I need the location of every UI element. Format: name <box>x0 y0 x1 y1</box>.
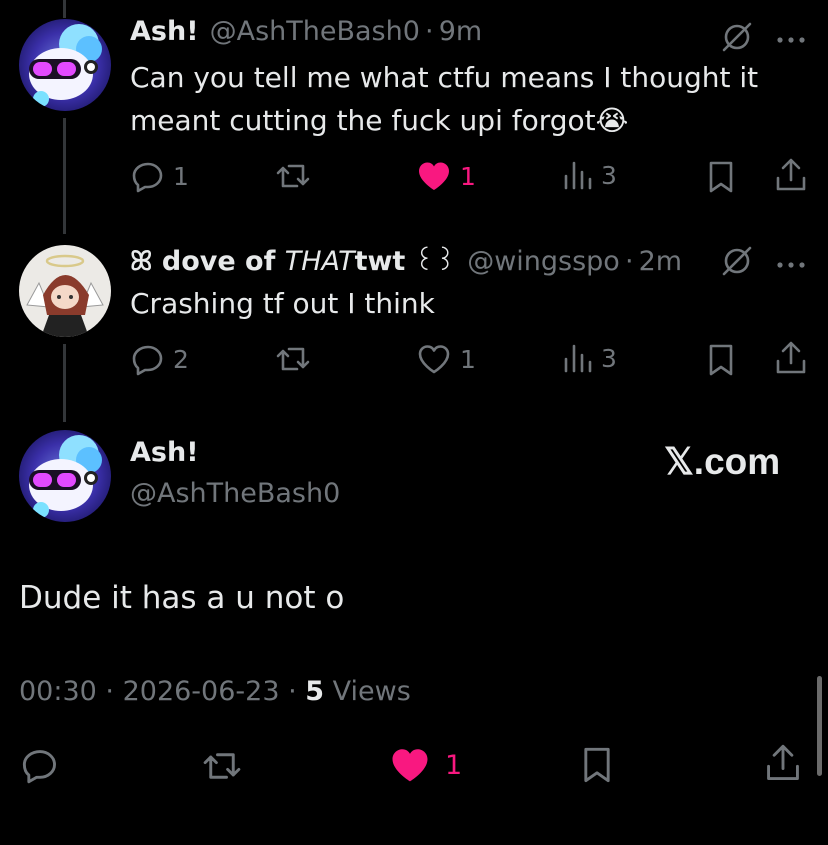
thread-line-2 <box>63 344 66 422</box>
reply-icon <box>131 159 165 193</box>
tweet-text: Can you tell me what ctfu means I though… <box>130 61 759 137</box>
retweet-icon <box>274 160 312 192</box>
like-count: 1 <box>460 344 476 374</box>
reply-button[interactable]: 2 <box>131 342 189 376</box>
post-time[interactable]: 2m <box>639 246 682 277</box>
author-handle[interactable]: @AshTheBash0 <box>130 478 340 509</box>
name-part-end: twt <box>354 246 406 277</box>
share-icon <box>774 157 808 193</box>
views-count: 3 <box>601 160 617 190</box>
bookmark-button[interactable] <box>706 160 736 194</box>
separator-dot: · <box>425 16 434 47</box>
views-icon <box>563 342 593 374</box>
thread-line-top <box>63 0 66 18</box>
bookmark-icon <box>706 343 736 377</box>
like-button[interactable]: 1 <box>416 343 476 375</box>
author-handle[interactable]: @wingsspo <box>467 246 620 277</box>
share-icon <box>774 340 808 376</box>
bookmark-button[interactable] <box>706 343 736 377</box>
reply-button[interactable] <box>21 746 59 784</box>
name-part: dove of <box>152 246 285 277</box>
heart-icon <box>416 343 452 375</box>
name-decoration: ꕤ <box>130 246 153 277</box>
scrollbar-thumb[interactable] <box>817 676 822 776</box>
reply-icon <box>21 746 59 784</box>
views-icon <box>563 159 593 191</box>
like-button[interactable]: 1 <box>389 746 462 784</box>
share-icon <box>764 743 802 783</box>
tweet-meta: 00:30 · 2026-06-23 · 5 Views <box>19 676 411 707</box>
post-time[interactable]: 00:30 <box>19 676 97 707</box>
separator-dot: · <box>288 676 297 707</box>
reply-count: 2 <box>173 344 189 374</box>
name-italic-part: THAT <box>284 246 355 277</box>
tweet-text: Crashing tf out I think <box>130 287 435 320</box>
avatar[interactable] <box>19 245 111 337</box>
name-decoration-suffix: ꒰꒱ <box>405 246 457 277</box>
retweet-button[interactable] <box>274 160 312 192</box>
views-count: 5 <box>305 676 325 707</box>
like-count: 1 <box>445 749 463 781</box>
author-name[interactable]: Ash! <box>130 16 199 47</box>
bookmark-icon <box>580 746 614 784</box>
views-button[interactable]: 3 <box>563 159 617 191</box>
views-count: 3 <box>601 343 617 373</box>
reply-icon <box>131 342 165 376</box>
post-date[interactable]: 2026-06-23 <box>123 676 280 707</box>
more-icon[interactable] <box>776 30 806 49</box>
retweet-button[interactable] <box>200 748 244 784</box>
reply-count: 1 <box>173 161 189 191</box>
share-button[interactable] <box>774 157 808 193</box>
share-button[interactable] <box>774 340 808 376</box>
post-time[interactable]: 9m <box>439 16 482 47</box>
heart-icon <box>389 746 431 784</box>
brand-logo: 𝕏.com <box>664 441 781 482</box>
bookmark-icon <box>706 160 736 194</box>
views-button[interactable]: 3 <box>563 342 617 374</box>
main-tweet-text: Dude it has a u not o <box>19 580 345 616</box>
author-name[interactable]: Ash! <box>130 437 199 468</box>
like-button[interactable]: 1 <box>416 160 476 192</box>
share-button[interactable] <box>764 743 802 783</box>
retweet-icon <box>274 343 312 375</box>
author-name[interactable]: ꕤ dove of THATtwt ꒰꒱ <box>130 246 456 277</box>
like-count: 1 <box>460 161 476 191</box>
author-handle[interactable]: @AshTheBash0 <box>210 16 420 47</box>
separator-dot: · <box>105 676 114 707</box>
retweet-icon <box>200 748 244 784</box>
more-icon[interactable] <box>776 255 806 274</box>
grok-icon[interactable] <box>720 20 754 58</box>
avatar[interactable] <box>19 430 111 522</box>
reply-header: ꕤ dove of THATtwt ꒰꒱ @wingsspo · 2m <box>130 241 682 278</box>
bookmark-button[interactable] <box>580 746 614 784</box>
reply-button[interactable]: 1 <box>131 159 189 193</box>
views-label: Views <box>324 676 411 707</box>
retweet-button[interactable] <box>274 343 312 375</box>
heart-icon <box>416 160 452 192</box>
avatar[interactable] <box>19 19 111 111</box>
reply-header: Ash! @AshTheBash0 · 9m <box>130 16 482 47</box>
thread-line-1 <box>63 118 66 234</box>
grok-icon[interactable] <box>720 244 754 282</box>
separator-dot: · <box>624 246 634 277</box>
